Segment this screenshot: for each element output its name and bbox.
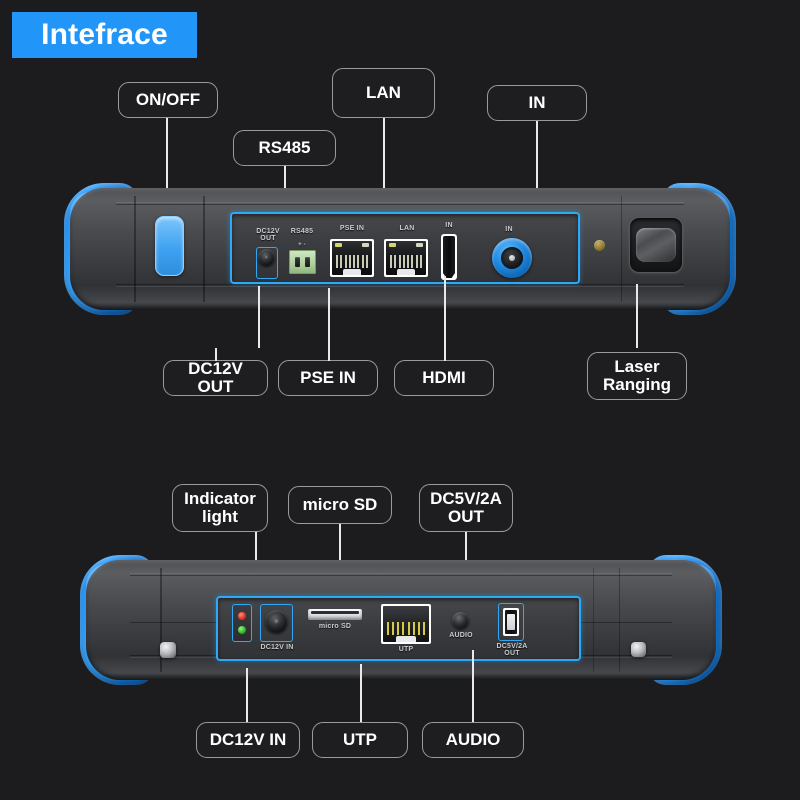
- bnc-video-in-port[interactable]: [492, 238, 532, 278]
- indicator-light-block: [232, 604, 252, 642]
- callout-lan[interactable]: LAN: [332, 68, 435, 118]
- callout-laser-ranging[interactable]: Laser Ranging: [587, 352, 687, 400]
- callout-audio-label: AUDIO: [445, 729, 501, 749]
- callout-indicator-light-label: Indicator light: [184, 488, 256, 526]
- callout-dc12v-in[interactable]: DC12V IN: [196, 722, 300, 758]
- tripod-stud-right: [631, 642, 646, 657]
- dc5v-2a-out-usb-port[interactable]: [503, 608, 519, 636]
- callout-in[interactable]: IN: [487, 85, 587, 121]
- rs485-silk: RS485: [290, 228, 314, 235]
- dc12v-in-jack[interactable]: [265, 610, 288, 633]
- audio-silk: AUDIO: [449, 632, 473, 639]
- callout-utp[interactable]: UTP: [312, 722, 408, 758]
- dc5v-2a-out-silk: DC5V/2A OUT: [496, 643, 528, 658]
- callout-pse-in[interactable]: PSE IN: [278, 360, 378, 396]
- callout-on-off[interactable]: ON/OFF: [118, 82, 218, 118]
- micro-sd-slot[interactable]: [308, 609, 362, 620]
- dc12v-in-silk: DC12V IN: [260, 644, 294, 651]
- on-off-button[interactable]: [155, 216, 184, 276]
- shell-groove-left: [134, 196, 136, 302]
- leader-utp: [360, 664, 362, 722]
- shell-groove-right: [203, 196, 205, 302]
- leader-dc12v-in: [246, 668, 248, 722]
- interface-diagram: Intefrace ON/OFF RS485 LAN IN DC12V OUT …: [0, 0, 800, 800]
- leader-hdmi: [444, 276, 446, 348]
- shell-groove-far-right: [620, 196, 622, 302]
- leader-dc12v-out-stub: [215, 348, 217, 361]
- hdmi-in-silk: IN: [445, 222, 453, 229]
- leader-laser-ranging: [636, 284, 638, 348]
- tester-top-edge: DC12V OUT RS485 + - PSE IN LAN IN IN: [64, 183, 736, 315]
- dc12v-out-jack[interactable]: [258, 249, 275, 266]
- callout-dc12v-out-label: DC12V OUT: [188, 358, 243, 396]
- leader-hdmi-stub: [444, 348, 446, 361]
- port-panel-top: DC12V OUT RS485 + - PSE IN LAN IN IN: [230, 212, 580, 284]
- rs485-terminal-block[interactable]: [289, 250, 316, 274]
- callout-audio[interactable]: AUDIO: [422, 722, 524, 758]
- callout-hdmi[interactable]: HDMI: [394, 360, 494, 396]
- bnc-in-silk: IN: [505, 226, 513, 233]
- indicator-led-red: [238, 611, 246, 620]
- shell-groove-right-bottom: [618, 568, 620, 672]
- utp-port[interactable]: [381, 604, 431, 644]
- micro-sd-silk: micro SD: [318, 623, 352, 630]
- hdmi-port[interactable]: [441, 234, 457, 280]
- page-title-banner: Intefrace: [12, 12, 197, 58]
- leader-pse-in: [328, 288, 330, 348]
- pse-in-port[interactable]: [330, 239, 374, 277]
- dc12v-out-silk: DC12V OUT: [256, 228, 280, 243]
- lan-silk: LAN: [399, 225, 415, 232]
- callout-rs485[interactable]: RS485: [233, 130, 336, 166]
- utp-silk: UTP: [398, 646, 414, 653]
- leader-audio: [472, 650, 474, 722]
- callout-laser-ranging-label: Laser Ranging: [603, 356, 671, 394]
- tripod-stud-left: [160, 642, 176, 658]
- callout-pse-in-label: PSE IN: [300, 367, 356, 387]
- leader-pse-in-stub: [328, 348, 330, 361]
- leader-dc12v-out: [258, 286, 260, 348]
- shell-groove-right2-bottom: [592, 568, 594, 672]
- pse-in-silk: PSE IN: [339, 225, 365, 232]
- callout-micro-sd-label: micro SD: [302, 494, 378, 514]
- gold-screw-top-device: [594, 240, 605, 251]
- callout-in-label: IN: [528, 92, 546, 112]
- callout-lan-label: LAN: [366, 82, 401, 102]
- callout-micro-sd[interactable]: micro SD: [288, 486, 392, 524]
- callout-dc12v-in-label: DC12V IN: [209, 729, 287, 749]
- callout-rs485-label: RS485: [258, 137, 311, 157]
- callout-indicator-light[interactable]: Indicator light: [172, 484, 268, 532]
- callout-dc5v-2a-out-label: DC5V/2A OUT: [430, 488, 502, 526]
- callout-dc12v-out[interactable]: DC12V OUT: [163, 358, 268, 396]
- audio-jack[interactable]: [452, 612, 469, 629]
- lan-port[interactable]: [384, 239, 428, 277]
- callout-on-off-label: ON/OFF: [135, 89, 201, 109]
- callout-hdmi-label: HDMI: [422, 367, 466, 387]
- port-panel-bottom: DC12V IN micro SD UTP AUDIO DC5V/2A OUT: [216, 596, 581, 661]
- callout-dc5v-2a-out[interactable]: DC5V/2A OUT: [419, 484, 513, 532]
- callout-utp-label: UTP: [343, 729, 377, 749]
- indicator-led-green: [238, 626, 246, 635]
- tester-bottom-edge: DC12V IN micro SD UTP AUDIO DC5V/2A OUT: [80, 555, 722, 685]
- rs485-polarity-silk: + -: [298, 242, 306, 248]
- laser-lens: [636, 227, 676, 263]
- laser-ranging-module[interactable]: [629, 217, 683, 273]
- page-title: Intefrace: [41, 18, 168, 51]
